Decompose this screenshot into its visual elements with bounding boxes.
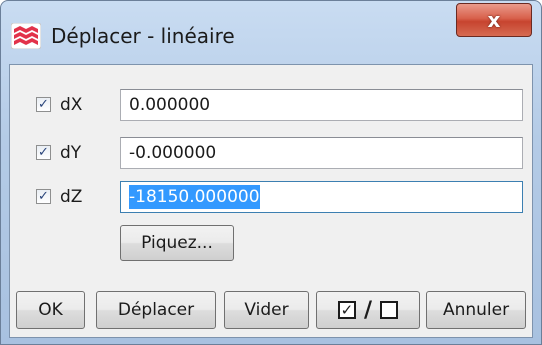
cancel-button[interactable]: Annuler — [426, 291, 526, 329]
dy-input[interactable]: -0.000000 — [120, 137, 523, 169]
checkmark-icon: ✓ — [38, 145, 49, 160]
toggle-separator: / — [363, 297, 373, 323]
title-bar[interactable]: Déplacer - linéaire x — [1, 1, 541, 65]
checked-box-icon: ✓ — [337, 301, 356, 319]
dz-input[interactable]: -18150.000000 — [120, 181, 523, 213]
toggle-all-checkboxes-button[interactable]: ✓ / — [316, 291, 420, 329]
app-logo-icon — [11, 23, 41, 49]
dialog-body: ✓ dX 0.000000 ✓ dY -0.000000 ✓ dZ -18150… — [9, 64, 533, 338]
move-button[interactable]: Déplacer — [96, 291, 216, 329]
clear-button[interactable]: Vider — [224, 291, 309, 329]
checkmark-icon: ✓ — [38, 97, 49, 112]
ok-button[interactable]: OK — [16, 291, 85, 329]
dy-checkbox[interactable]: ✓ — [36, 145, 51, 160]
close-button[interactable]: x — [456, 3, 532, 37]
pick-button[interactable]: Piquez... — [120, 225, 234, 261]
dz-label: dZ — [60, 187, 83, 207]
dy-label: dY — [60, 143, 82, 163]
field-row-dy: ✓ dY -0.000000 — [10, 135, 532, 171]
dz-selected-text: -18150.000000 — [129, 185, 260, 209]
close-icon: x — [487, 8, 501, 32]
field-row-dz: ✓ dZ -18150.000000 — [10, 179, 532, 215]
unchecked-box-icon — [380, 301, 399, 319]
dx-input[interactable]: 0.000000 — [120, 89, 523, 121]
dx-label: dX — [60, 95, 83, 115]
field-row-dx: ✓ dX 0.000000 — [10, 87, 532, 123]
checkmark-icon: ✓ — [38, 189, 49, 204]
dx-checkbox[interactable]: ✓ — [36, 97, 51, 112]
dialog-window: Déplacer - linéaire x ✓ dX 0.000000 ✓ dY… — [0, 0, 542, 345]
window-title: Déplacer - linéaire — [51, 24, 235, 48]
dz-checkbox[interactable]: ✓ — [36, 189, 51, 204]
